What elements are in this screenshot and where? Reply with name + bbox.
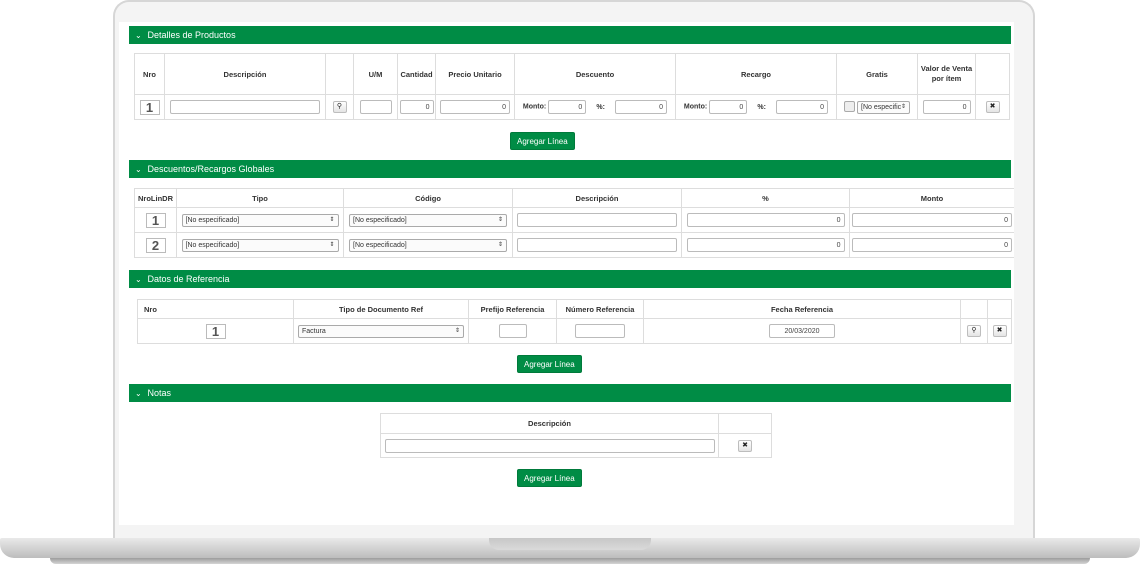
notes-row: ✖ [380, 433, 772, 458]
chevron-down-icon: ⌄ [135, 389, 142, 398]
notes-header-row: Descripción [380, 413, 772, 434]
col-search [325, 53, 354, 95]
percent-input[interactable] [686, 238, 845, 252]
chevron-down-icon: ⌄ [135, 165, 142, 174]
products-row: 1 ⚲ Monto: %: Monto: %: [No especific⇕ [134, 94, 1010, 120]
col-cantidad: Cantidad [397, 53, 436, 95]
chevron-down-icon: ⌄ [135, 31, 142, 40]
add-reference-line-button[interactable]: Agregar Línea [517, 355, 582, 373]
um-input[interactable] [359, 100, 392, 114]
add-product-line-button[interactable]: Agregar Línea [510, 132, 575, 150]
section-reference-header[interactable]: ⌄ Datos de Referencia [129, 270, 1011, 288]
section-global-header[interactable]: ⌄ Descuentos/Recargos Globales [129, 160, 1011, 178]
reference-date-input[interactable] [769, 324, 835, 338]
chevron-down-icon: ⌄ [135, 275, 142, 284]
reference-header-row: Nro Tipo de Documento Ref Prefijo Refere… [137, 299, 1012, 319]
type-select[interactable]: [No especificado] ⇕ [181, 238, 339, 252]
section-notes-title: Notas [147, 388, 172, 398]
reference-row: 1 Factura⇕ ⚲ ✖ [137, 318, 1012, 344]
line-number: 1 [145, 212, 166, 228]
col-nrolindr: NroLinDR [134, 188, 177, 208]
amount-input[interactable] [852, 238, 1012, 252]
surcharge-amount-input[interactable] [709, 100, 748, 114]
col-descuento: Descuento [514, 53, 676, 95]
prefix-input[interactable] [498, 324, 527, 338]
discount-amount-input[interactable] [548, 100, 587, 114]
select-arrows-icon: ⇕ [329, 241, 335, 248]
screen: ⌄ Detalles de Productos Nro Descripción … [119, 22, 1014, 525]
search-icon[interactable]: ⚲ [332, 101, 347, 113]
laptop-notch [489, 538, 651, 550]
description-input[interactable] [170, 100, 320, 114]
surcharge-pct-label: %: [757, 103, 766, 111]
col-um: U/M [353, 53, 398, 95]
code-select[interactable]: [No especificado] ⇕ [349, 238, 507, 252]
col-nro: Nro [137, 299, 294, 319]
select-arrows-icon: ⇕ [901, 103, 907, 110]
products-table: Nro Descripción U/M Cantidad Precio Unit… [134, 53, 1010, 120]
document-type-select[interactable]: Factura ⇕ [298, 324, 464, 338]
col-codigo: Código [343, 188, 513, 208]
col-nro: Nro [134, 53, 165, 95]
col-precio: Precio Unitario [435, 53, 515, 95]
col-recargo: Recargo [675, 53, 837, 95]
add-note-line-button[interactable]: Agregar Línea [517, 469, 582, 487]
col-prefijo: Prefijo Referencia [468, 299, 557, 319]
col-fecha: Fecha Referencia [643, 299, 961, 319]
col-gratis: Gratis [836, 53, 918, 95]
free-select[interactable]: [No especific ⇕ [857, 100, 911, 114]
select-arrows-icon: ⇕ [497, 241, 503, 248]
percent-input[interactable] [686, 213, 845, 227]
quantity-input[interactable] [399, 100, 434, 114]
line-number: 1 [205, 323, 226, 339]
laptop-foot [50, 558, 1090, 564]
notes-table: Descripción ✖ [380, 413, 772, 458]
products-header-row: Nro Descripción U/M Cantidad Precio Unit… [134, 53, 1010, 95]
section-global-title: Descuentos/Recargos Globales [147, 164, 275, 174]
col-numero: Número Referencia [556, 299, 644, 319]
amount-input[interactable] [852, 213, 1012, 227]
line-value-input[interactable] [922, 100, 971, 114]
discount-pct-label: %: [596, 103, 605, 111]
col-descripcion: Descripción [164, 53, 326, 95]
close-icon[interactable]: ✖ [738, 439, 752, 452]
description-input[interactable] [517, 238, 677, 252]
reference-number-input[interactable] [575, 324, 625, 338]
discount-amount-label: Monto: [522, 103, 547, 111]
global-table: NroLinDR Tipo Código Descripción % Monto… [134, 188, 1014, 258]
col-descripcion: Descripción [512, 188, 682, 208]
search-icon[interactable]: ⚲ [967, 325, 981, 337]
global-row: 2 [No especificado] ⇕ [No especificado] ⇕ [134, 232, 1014, 258]
section-products-header[interactable]: ⌄ Detalles de Productos [129, 26, 1011, 44]
free-checkbox[interactable] [843, 101, 855, 113]
select-arrows-icon: ⇕ [497, 216, 503, 223]
close-icon[interactable]: ✖ [985, 101, 1000, 113]
col-monto: Monto [849, 188, 1014, 208]
line-number: 1 [139, 99, 160, 115]
surcharge-amount-label: Monto: [683, 103, 708, 111]
surcharge-pct-input[interactable] [776, 100, 829, 114]
description-input[interactable] [517, 213, 677, 227]
col-tipo-doc: Tipo de Documento Ref [293, 299, 469, 319]
line-number: 2 [145, 237, 166, 253]
col-actions [975, 53, 1010, 95]
col-valor: Valor de Venta por ítem [917, 53, 976, 95]
close-icon[interactable]: ✖ [992, 325, 1007, 337]
unit-price-input[interactable] [440, 100, 510, 114]
section-notes-header[interactable]: ⌄ Notas [129, 384, 1011, 402]
select-arrows-icon: ⇕ [454, 327, 460, 334]
discount-pct-input[interactable] [615, 100, 668, 114]
col-pct: % [681, 188, 850, 208]
code-select[interactable]: [No especificado] ⇕ [349, 213, 507, 227]
section-products-title: Detalles de Productos [147, 30, 236, 40]
section-reference-title: Datos de Referencia [147, 274, 230, 284]
global-row: 1 [No especificado] ⇕ [No especificado] ⇕ [134, 207, 1014, 233]
col-descripcion: Descripción [380, 413, 719, 434]
select-arrows-icon: ⇕ [329, 216, 335, 223]
global-header-row: NroLinDR Tipo Código Descripción % Monto [134, 188, 1014, 208]
col-tipo: Tipo [176, 188, 344, 208]
type-select[interactable]: [No especificado] ⇕ [181, 213, 339, 227]
reference-table: Nro Tipo de Documento Ref Prefijo Refere… [137, 299, 1012, 344]
note-description-input[interactable] [384, 438, 715, 453]
